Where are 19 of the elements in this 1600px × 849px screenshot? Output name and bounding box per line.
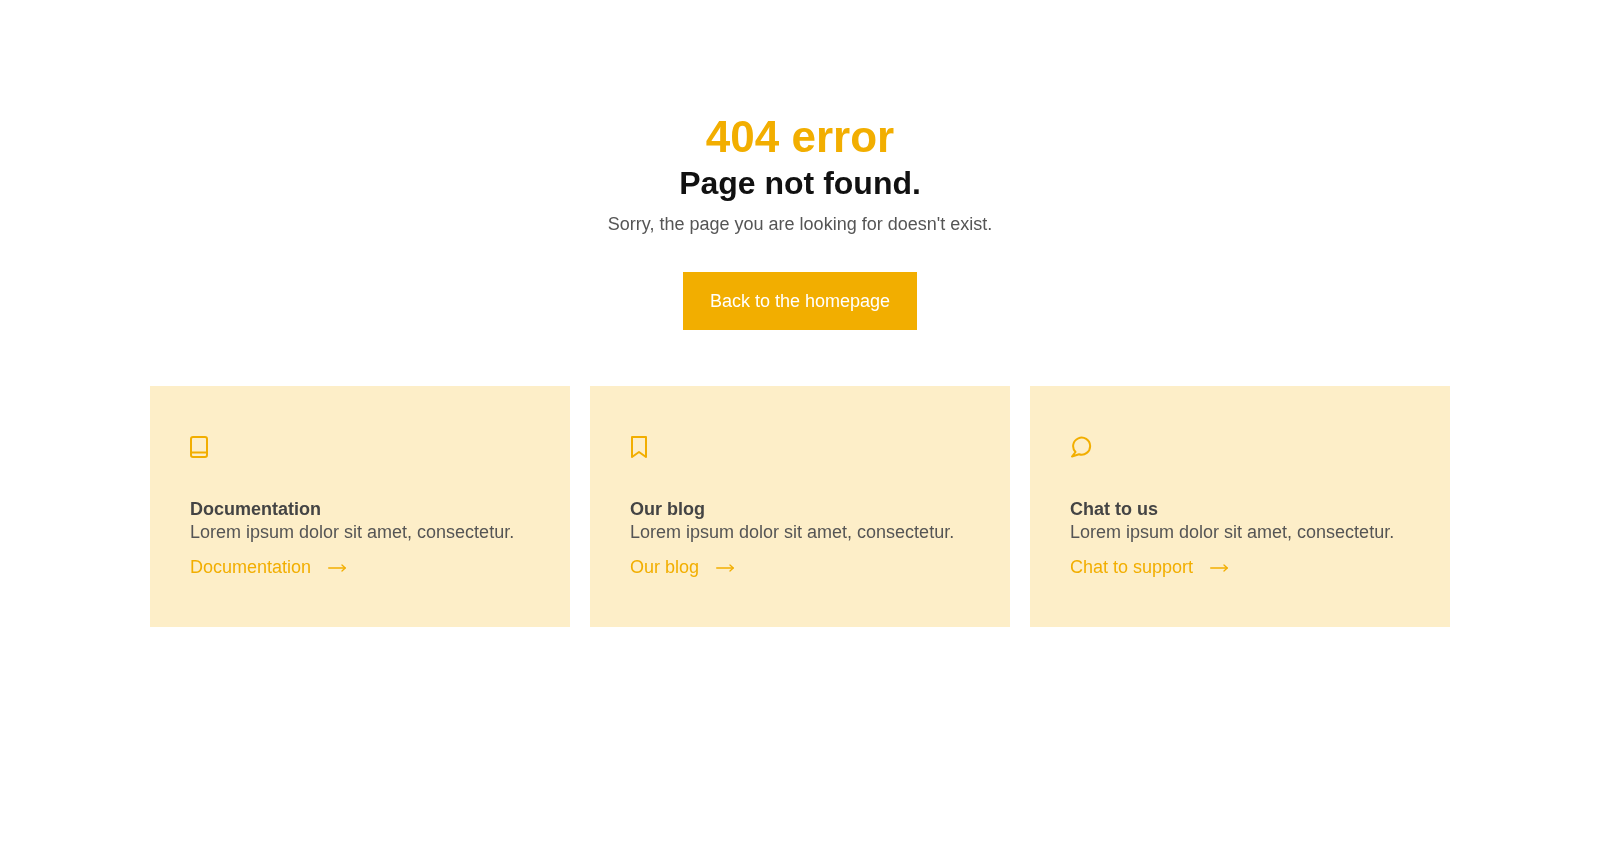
arrow-right-icon: [1210, 563, 1229, 572]
bookmark-icon: [630, 436, 648, 459]
homepage-button[interactable]: Back to the homepage: [682, 272, 918, 331]
error-code: 404 error: [704, 111, 896, 163]
card-title: Chat to us: [1070, 498, 1159, 522]
card-description: Lorem ipsum dolor sit amet, consectetur.: [190, 521, 516, 545]
card-title: Our blog: [630, 498, 706, 522]
arrow-right-icon: [328, 563, 347, 572]
book-icon: [190, 436, 208, 459]
card-link[interactable]: Chat to support: [1070, 556, 1229, 580]
card-title: Documentation: [190, 498, 322, 522]
card-link[interactable]: Documentation: [190, 556, 347, 580]
card-description: Lorem ipsum dolor sit amet, consectetur.: [630, 521, 956, 545]
chat-bubble-icon: [1070, 436, 1092, 459]
page-title: Page not found.: [678, 163, 922, 203]
card-link[interactable]: Our blog: [630, 556, 735, 580]
card-description: Lorem ipsum dolor sit amet, consectetur.: [1070, 521, 1396, 545]
error-message: Sorry, the page you are looking for doesn't exist.: [606, 213, 994, 237]
arrow-right-icon: [716, 563, 735, 572]
